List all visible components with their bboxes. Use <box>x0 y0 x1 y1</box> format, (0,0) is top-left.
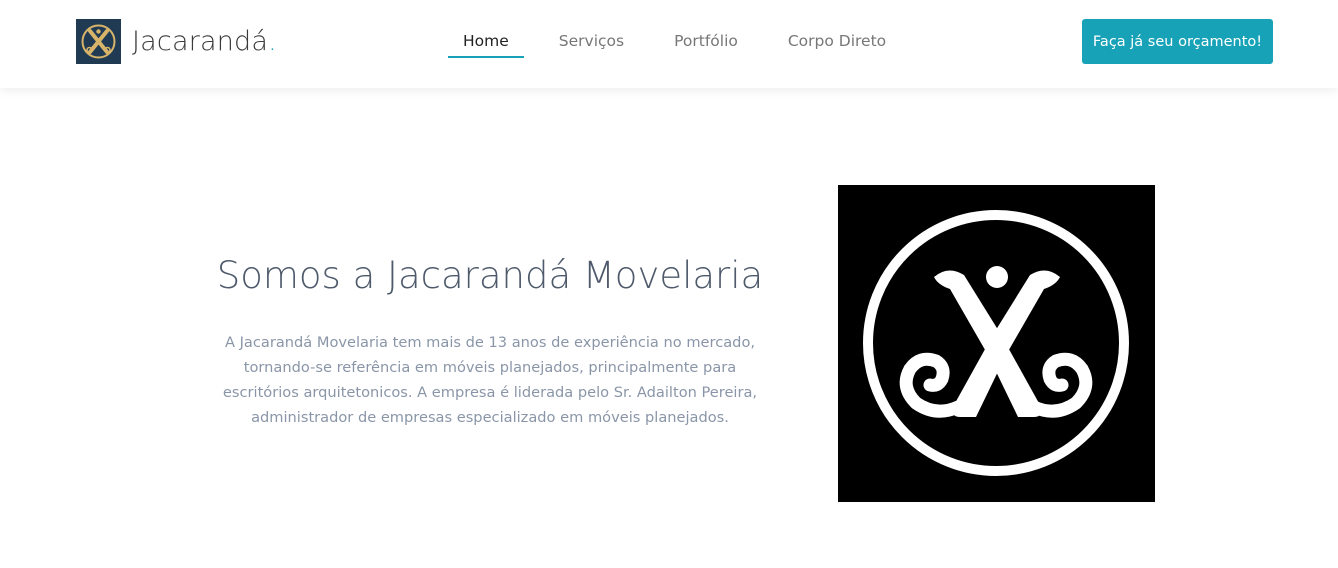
quote-cta-button[interactable]: Faça já seu orçamento! <box>1082 19 1273 64</box>
nav-item-corpo-direto[interactable]: Corpo Direto <box>773 26 901 58</box>
nav-item-home[interactable]: Home <box>448 26 524 58</box>
hero-description: A Jacarandá Movelaria tem mais de 13 ano… <box>222 334 758 426</box>
hero-title: Somos a Jacarandá Movelaria <box>216 254 764 297</box>
jacaranda-emblem-icon <box>838 185 1155 502</box>
brand-dot: . <box>268 26 277 57</box>
nav-item-servicos[interactable]: Serviços <box>544 26 639 58</box>
brand-link[interactable]: Jacarandá. <box>76 19 277 64</box>
hero-logo-image <box>838 185 1155 502</box>
main-nav: Home Serviços Portfólio Corpo Direto <box>448 26 921 58</box>
brand-logo-icon <box>76 19 121 64</box>
brand-name: Jacarandá. <box>132 26 277 57</box>
nav-item-portfolio[interactable]: Portfólio <box>659 26 753 58</box>
navbar: Jacarandá. Home Serviços Portfólio Corpo… <box>0 0 1338 88</box>
